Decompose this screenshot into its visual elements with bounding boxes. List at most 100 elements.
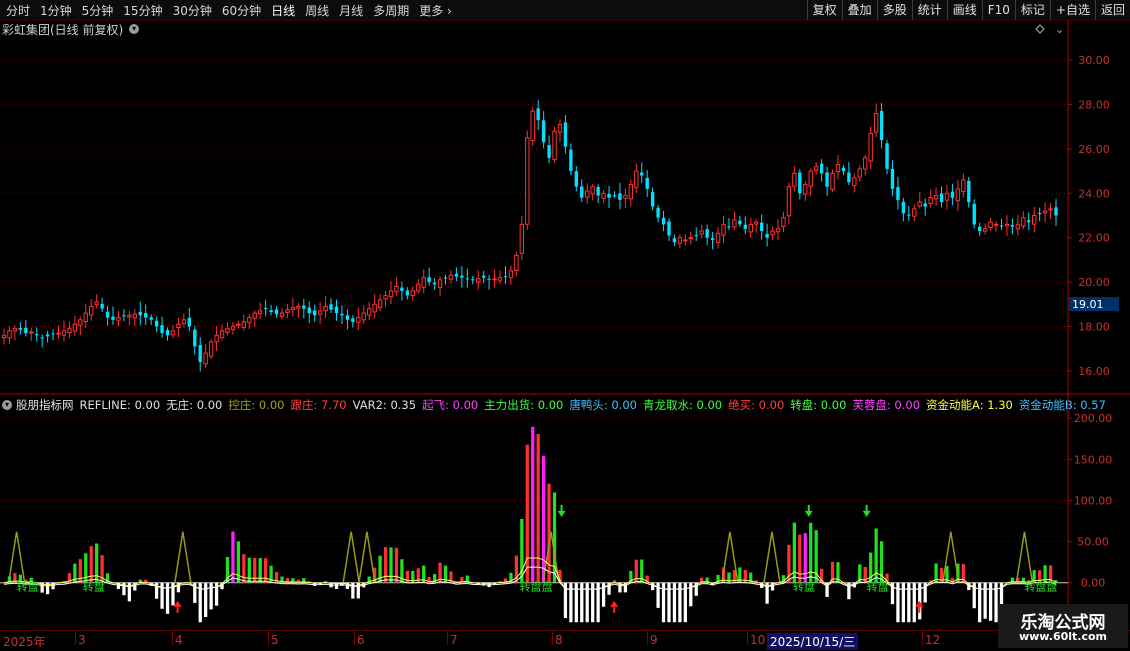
candle-body [361,312,366,321]
candle-body [198,345,202,362]
histogram-bar [204,582,208,618]
date-month: 4 [175,633,183,647]
candle-body [323,305,328,312]
candle-body [1004,223,1010,227]
candle-body [1037,213,1042,215]
candle-body [257,310,263,314]
candle-body [770,230,775,236]
candle-body [421,277,426,288]
chevron-down-icon[interactable]: ⌄ [1055,23,1064,36]
candle-body [193,329,197,347]
candle-body [170,330,176,336]
candle-body [792,172,797,187]
candle-body [437,279,443,288]
candle-body [372,303,377,313]
candle-body [476,278,481,283]
candle-body [116,317,121,321]
histogram-bar [253,557,257,583]
histogram-bar [389,547,393,583]
candle-body [241,321,247,329]
histogram-bar [798,534,802,583]
candle-body [525,137,530,225]
candle-body [263,308,268,310]
candle-body [705,229,709,238]
y-tick-label: 22.00 [1078,232,1110,245]
candle-body [917,201,922,207]
date-month: 3 [78,633,86,647]
candle-body [672,238,677,243]
candle-body [329,304,333,310]
candle-body [454,273,459,277]
candle-body [607,193,611,198]
candle-body [35,334,39,336]
candle-body [144,312,148,318]
turn-label: 转盘盘 [1024,580,1057,594]
candle-body [873,112,879,133]
candle-body [634,170,639,188]
candle-body [285,309,290,313]
kline-app: 分时 1分钟 5分钟 15分钟 30分钟 60分钟 日线 周线 月线 多周期 更多 › 复权 叠加 多股… [0,0,1130,651]
date-tick [747,631,748,645]
candle-body [967,180,971,203]
histogram-bar [536,433,540,583]
turn-label: 转盘 [83,580,105,594]
diamond-icon[interactable] [1035,24,1045,34]
candle-body [1032,215,1037,225]
signal-spike [342,531,360,583]
candle-body [628,183,634,200]
candle-body [623,195,628,199]
candle-body [661,217,666,225]
candle-body [203,352,208,365]
candle-body [230,325,236,331]
candle-body [754,221,759,225]
histogram-bar [383,547,388,583]
histogram-bar [541,455,546,583]
candle-body [590,186,595,195]
candle-body [187,317,192,327]
candle-body [557,124,563,133]
candle-body [955,188,961,202]
candle-body [154,320,159,327]
candle-body [160,325,164,334]
chart-canvas[interactable]: 16.0018.0020.0022.0024.0026.0028.0030.00… [0,0,1130,650]
candle-body [1054,207,1058,216]
histogram-bar [89,546,93,583]
histogram-bar [983,582,987,619]
candle-body [798,172,802,194]
histogram-bar [78,559,82,583]
candle-body [988,221,993,229]
candle-body [279,312,285,317]
candle-body [508,270,514,279]
candle-body [830,172,835,190]
candle-body [541,120,546,143]
candle-body [977,226,982,232]
date-month: 7 [450,633,458,647]
y-tick-label: 16.00 [1078,365,1110,378]
turn-label: 转盘 [867,580,889,594]
candle-body [122,315,126,317]
candle-body [813,166,819,171]
candle-body [896,187,900,200]
histogram-bar [258,558,262,583]
signal-spike [358,531,376,583]
candle-body [443,277,448,279]
candle-body [492,278,497,281]
y-tick-label: 50.00 [1077,536,1109,549]
candle-body [56,332,61,335]
candle-body [383,294,388,300]
candle-body [405,290,410,296]
candle-body [78,319,83,326]
candle-body [732,219,737,228]
histogram-bar [809,522,813,583]
candle-body [274,309,279,315]
candle-body [972,203,976,225]
candle-body [24,327,28,334]
candle-body [950,191,955,198]
candle-body [40,337,44,339]
candle-body [667,221,671,236]
candle-body [72,323,78,332]
candle-body [67,328,72,334]
candle-body [165,330,170,336]
date-month: 9 [650,633,658,647]
candle-body [748,223,753,233]
